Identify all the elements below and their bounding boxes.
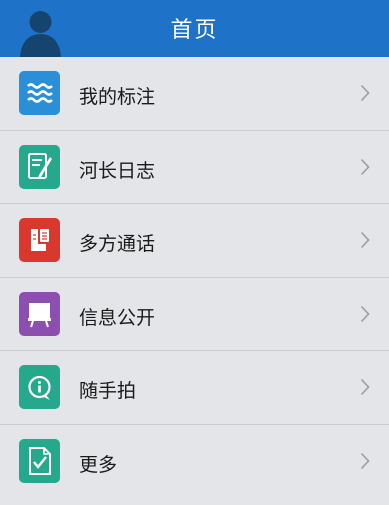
menu-item-label: 多方通话 <box>79 233 156 256</box>
chevron-right-icon <box>360 158 370 175</box>
menu-item-label: 我的标注 <box>79 86 156 108</box>
waves-icon <box>19 71 60 115</box>
menu-item-my-annotations[interactable]: 我的标注 <box>0 57 389 131</box>
chevron-right-icon <box>360 379 370 396</box>
camera-info-icon <box>19 365 60 410</box>
menu-item-multi-party-call[interactable]: 多方通话 <box>0 204 389 278</box>
chevron-right-icon <box>360 232 370 249</box>
app-header: 首页 <box>0 0 389 57</box>
page-title: 首页 <box>170 18 219 43</box>
menu-item-more[interactable]: 更多 <box>0 424 389 499</box>
menu-item-label: 随手拍 <box>79 380 137 403</box>
menu-item-information-disclosure[interactable]: 信息公开 <box>0 277 389 352</box>
menu-item-label: 河长日志 <box>79 159 156 182</box>
notebook-pen-icon <box>19 144 60 189</box>
menu-item-river-chief-log[interactable]: 河长日志 <box>0 130 389 205</box>
menu-item-label: 信息公开 <box>79 306 156 329</box>
chevron-right-icon <box>360 452 370 470</box>
presentation-board-icon <box>19 291 60 336</box>
document-check-icon <box>19 438 60 483</box>
chevron-right-icon <box>360 84 370 102</box>
menu-item-snapshot[interactable]: 随手拍 <box>0 351 389 425</box>
menu-item-label: 更多 <box>79 453 118 476</box>
chevron-right-icon <box>360 305 370 322</box>
phone-icon <box>19 218 60 263</box>
main-menu: 我的标注 河长日志 多方通话 信息公开 随手拍 更多 <box>0 57 389 499</box>
